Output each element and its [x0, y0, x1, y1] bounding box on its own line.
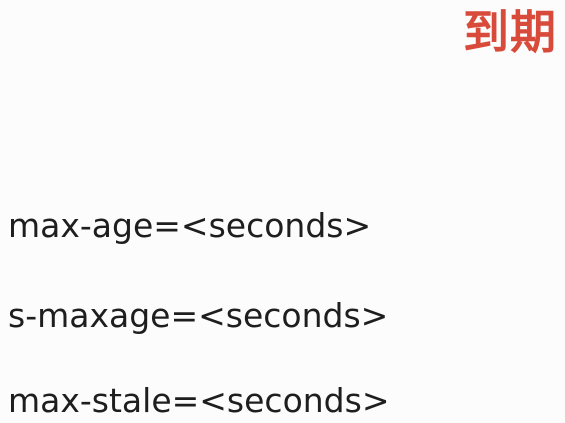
- slide-title: 到期: [463, 5, 557, 59]
- slide: 到期 max-age=<seconds> s-maxage=<seconds> …: [0, 0, 565, 423]
- directive-max-stale: max-stale=<seconds>: [8, 381, 390, 420]
- directive-s-maxage: s-maxage=<seconds>: [8, 296, 389, 335]
- directive-max-age: max-age=<seconds>: [8, 206, 372, 245]
